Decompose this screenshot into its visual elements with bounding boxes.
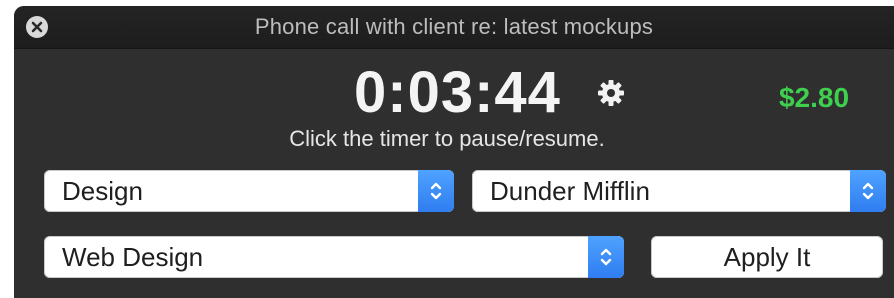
gear-icon <box>594 80 628 114</box>
apply-button[interactable]: Apply It <box>651 236 883 278</box>
chevron-up-down-icon <box>418 170 454 212</box>
project-select-value: Web Design <box>62 242 204 272</box>
category-select[interactable]: Design <box>44 170 454 212</box>
title-bar: Phone call with client re: latest mockup… <box>14 6 894 49</box>
category-select-value: Design <box>62 176 143 206</box>
chevron-up-down-icon <box>588 236 624 278</box>
client-select-value: Dunder Mifflin <box>490 176 650 206</box>
timer-window: Phone call with client re: latest mockup… <box>14 6 894 298</box>
earned-amount: $2.80 <box>778 82 850 113</box>
timer-hint: Click the timer to pause/resume. <box>289 126 605 151</box>
window-title: Phone call with client re: latest mockup… <box>254 14 654 39</box>
settings-button[interactable] <box>594 76 628 110</box>
timer-display[interactable]: 0:03:44 <box>354 58 561 128</box>
client-select[interactable]: Dunder Mifflin <box>472 170 886 212</box>
chevron-up-down-icon <box>850 170 886 212</box>
project-select[interactable]: Web Design <box>44 236 624 278</box>
